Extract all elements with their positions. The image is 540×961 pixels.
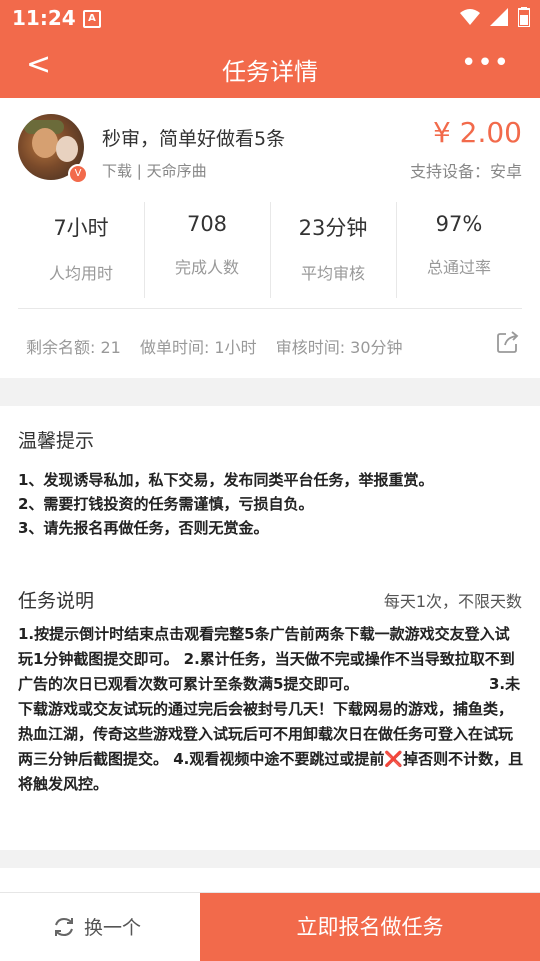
description-text: 1.按提示倒计时结束点击观看完整5条广告前两条下载一款游戏交友登入试玩1分钟截图… (18, 625, 521, 768)
status-time: 11:24 (12, 6, 76, 30)
notification-icon: A (83, 10, 101, 28)
page-title: 任务详情 (222, 58, 318, 86)
stat-completed: 708 完成人数 (144, 198, 270, 302)
stat-label: 人均用时 (48, 264, 113, 283)
swap-task-button[interactable]: 换一个 (52, 913, 141, 940)
remaining-slots: 剩余名额: 21 (26, 338, 121, 357)
status-bar: 11:24 A (0, 0, 540, 36)
task-subtitle: 下载 | 天命序曲 (102, 162, 207, 180)
task-price: ¥ 2.00 (432, 116, 522, 149)
description-body: 1.按提示倒计时结束点击观看完整5条广告前两条下载一款游戏交友登入试玩1分钟截图… (18, 622, 524, 797)
signal-icon (490, 8, 508, 26)
more-icon[interactable]: ••• (461, 48, 510, 78)
review-time: 审核时间: 30分钟 (275, 338, 403, 357)
tips-title: 温馨提示 (18, 430, 95, 452)
stat-review-time: 23分钟 平均审核 (270, 198, 396, 302)
tips-list: 1、发现诱导私加，私下交易，发布同类平台任务，举报重赏。 2、需要打钱投资的任务… (18, 468, 433, 540)
stat-pass-rate: 97% 总通过率 (396, 198, 522, 302)
stat-label: 平均审核 (300, 264, 365, 283)
cross-icon: ❌ (384, 750, 404, 768)
wifi-icon (460, 9, 480, 25)
swap-label: 换一个 (84, 917, 142, 939)
do-time: 做单时间: 1小时 (139, 338, 257, 357)
verified-badge-icon: V (68, 164, 88, 184)
tip-line: 1、发现诱导私加，私下交易，发布同类平台任务，举报重赏。 (18, 471, 434, 489)
stat-value: 23分钟 (298, 216, 368, 240)
apply-task-button[interactable]: 立即报名做任务 (200, 893, 540, 961)
stat-value: 708 (186, 212, 228, 236)
supported-device: 支持设备：安卓 (409, 162, 522, 181)
task-meta: 剩余名额: 21 做单时间: 1小时 审核时间: 30分钟 (26, 334, 417, 358)
stat-value: 7小时 (53, 216, 109, 240)
task-summary-card: V 秒审，简单好做看5条 下载 | 天命序曲 ¥ 2.00 支持设备：安卓 7小… (0, 98, 540, 378)
task-stats: 7小时 人均用时 708 完成人数 23分钟 平均审核 97% 总通过率 (18, 198, 522, 302)
refresh-icon (55, 917, 73, 936)
share-icon[interactable] (496, 330, 520, 354)
stat-label: 完成人数 (174, 258, 239, 277)
tips-section: 温馨提示 1、发现诱导私加，私下交易，发布同类平台任务，举报重赏。 2、需要打钱… (0, 406, 540, 562)
divider (18, 308, 522, 309)
nav-bar: < 任务详情 ••• (0, 36, 540, 98)
description-title: 任务说明 (18, 590, 95, 612)
system-icons (460, 7, 530, 27)
task-frequency: 每天1次，不限天数 (383, 592, 522, 611)
description-section: 任务说明 每天1次，不限天数 1.按提示倒计时结束点击观看完整5条广告前两条下载… (0, 562, 540, 850)
bottom-action-bar: 换一个 立即报名做任务 (0, 892, 540, 961)
task-name: 秒审，简单好做看5条 (102, 128, 286, 150)
battery-icon (518, 7, 530, 27)
stat-label: 总通过率 (426, 258, 491, 277)
tip-line: 2、需要打钱投资的任务需谨慎，亏损自负。 (18, 495, 314, 513)
stat-avg-time: 7小时 人均用时 (18, 198, 144, 302)
stat-value: 97% (435, 212, 483, 236)
tip-line: 3、请先报名再做任务，否则无赏金。 (18, 519, 269, 537)
